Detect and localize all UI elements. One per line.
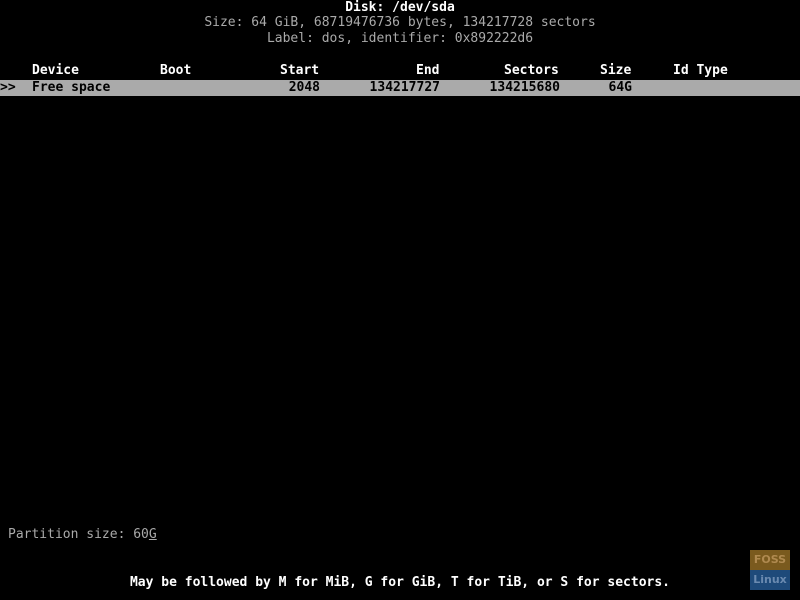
disk-size-info: Size: 64 GiB, 68719476736 bytes, 1342177… [204,15,596,30]
watermark-bottom: Linux [750,570,790,590]
col-boot: Boot [160,63,192,78]
cell-size: 64G [608,80,632,95]
disk-label-info: Label: dos, identifier: 0x892222d6 [266,31,534,46]
prompt-label: Partition size: [8,527,134,542]
disk-title: Disk: /dev/sda [345,0,455,15]
unit-hint: May be followed by M for MiB, G for GiB,… [129,575,671,590]
table-header: Device Boot Start End Sectors Size Id Ty… [0,63,800,79]
cell-sectors: 134215680 [489,80,560,95]
col-end: End [416,63,440,78]
col-idtype: Id Type [673,63,728,78]
partition-size-input[interactable]: 60 [133,527,149,542]
watermark-top: FOSS [750,550,790,570]
fosslinux-watermark-logo: FOSS Linux [750,550,790,590]
cell-device: Free space [32,80,111,95]
col-sectors: Sectors [504,63,559,78]
col-size: Size [600,63,632,78]
selection-marker: >> [0,80,16,95]
col-device: Device [32,63,79,78]
partition-size-prompt[interactable]: Partition size: 60G [8,527,800,543]
cell-start: 2048 [288,80,320,95]
cell-end: 134217727 [369,80,440,95]
col-start: Start [280,63,320,78]
text-cursor: G [148,527,157,542]
table-row-free-space[interactable]: >> Free space 2048 134217727 134215680 6… [0,80,800,96]
